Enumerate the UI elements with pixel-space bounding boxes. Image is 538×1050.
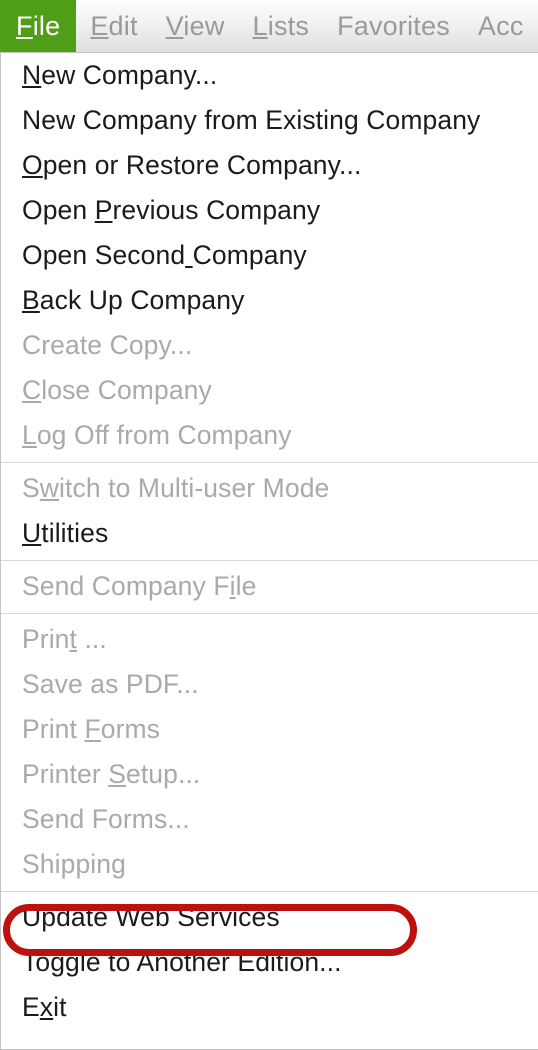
menu-separator bbox=[1, 613, 538, 614]
menu-item-toggle-to-another-edition[interactable]: Toggle to Another Edition... bbox=[1, 940, 538, 985]
menubar-item-label: File bbox=[16, 10, 61, 41]
menu-item-switch-to-multi-user-mode: Switch to Multi-user Mode bbox=[1, 466, 538, 511]
menu-item-new-company-from-existing-company[interactable]: New Company from Existing Company bbox=[1, 98, 538, 143]
menu-item-label: Close Company bbox=[22, 375, 212, 405]
menu-item-label: Update Web Services bbox=[22, 902, 280, 932]
menubar-item-file[interactable]: File bbox=[0, 0, 77, 52]
menu-item-label: New Company... bbox=[22, 60, 218, 90]
menu-item-print: Print ... bbox=[1, 617, 538, 662]
menu-item-save-as-pdf: Save as PDF... bbox=[1, 662, 538, 707]
menu-item-log-off-from-company: Log Off from Company bbox=[1, 413, 538, 458]
menubar-item-edit[interactable]: Edit bbox=[76, 0, 151, 52]
menu-separator bbox=[1, 891, 538, 892]
menu-item-create-copy: Create Copy... bbox=[1, 323, 538, 368]
menu-item-send-forms: Send Forms... bbox=[1, 797, 538, 842]
quickbooks-file-menu-screenshot: File Edit View Lists Favorites Acc New Compan… bbox=[0, 0, 538, 1050]
menu-item-label: Log Off from Company bbox=[22, 420, 292, 450]
menu-item-open-or-restore-company[interactable]: Open or Restore Company... bbox=[1, 143, 538, 188]
menu-item-send-company-file: Send Company File bbox=[1, 564, 538, 609]
menubar-item-label: Acc bbox=[477, 10, 524, 41]
menubar-item-label: Favorites bbox=[337, 10, 450, 41]
menu-item-label: Open Previous Company bbox=[22, 195, 321, 225]
menubar-item-acc[interactable]: Acc bbox=[464, 0, 538, 52]
menu-item-label: Printer Setup... bbox=[22, 759, 201, 789]
menu-item-utilities[interactable]: Utilities bbox=[1, 511, 538, 556]
menu-item-label: Send Company File bbox=[22, 571, 257, 601]
menu-item-update-web-services[interactable]: Update Web Services bbox=[1, 895, 538, 940]
menubar-item-favorites[interactable]: Favorites bbox=[323, 0, 464, 52]
menu-item-label: Create Copy... bbox=[22, 330, 193, 360]
menubar-item-lists[interactable]: Lists bbox=[239, 0, 324, 52]
menu-item-label: Save as PDF... bbox=[22, 669, 199, 699]
menu-item-label: New Company from Existing Company bbox=[22, 105, 481, 135]
menu-item-open-previous-company[interactable]: Open Previous Company bbox=[1, 188, 538, 233]
menu-item-shipping: Shipping bbox=[1, 842, 538, 887]
menu-item-label: Utilities bbox=[22, 518, 109, 548]
menu-item-label: Back Up Company bbox=[22, 285, 245, 315]
menu-item-label: Print ... bbox=[22, 624, 107, 654]
menu-item-label: Open Second Company bbox=[22, 240, 307, 270]
menubar-item-label: Lists bbox=[252, 10, 310, 41]
menu-separator bbox=[1, 560, 538, 561]
menu-item-label: Shipping bbox=[22, 849, 126, 879]
file-dropdown-menu: New Company... New Company from Existing … bbox=[0, 53, 538, 1050]
menu-item-printer-setup: Printer Setup... bbox=[1, 752, 538, 797]
menu-item-label: Toggle to Another Edition... bbox=[22, 947, 342, 977]
menu-item-open-second-company[interactable]: Open Second Company bbox=[1, 233, 538, 278]
menubar-item-label: Edit bbox=[90, 10, 138, 41]
menu-item-exit[interactable]: Exit bbox=[1, 985, 538, 1030]
menu-item-label: Print Forms bbox=[22, 714, 161, 744]
menu-item-label: Open or Restore Company... bbox=[22, 150, 362, 180]
menubar-item-view[interactable]: View bbox=[152, 0, 239, 52]
menu-item-label: Switch to Multi-user Mode bbox=[22, 473, 330, 503]
menu-bar: File Edit View Lists Favorites Acc bbox=[0, 0, 538, 53]
menu-item-print-forms: Print Forms bbox=[1, 707, 538, 752]
menubar-item-label: View bbox=[165, 10, 225, 41]
menu-item-label: Exit bbox=[22, 992, 67, 1022]
menu-item-new-company[interactable]: New Company... bbox=[1, 53, 538, 98]
menu-item-label: Send Forms... bbox=[22, 804, 190, 834]
menu-separator bbox=[1, 462, 538, 463]
menu-item-close-company: Close Company bbox=[1, 368, 538, 413]
menu-item-back-up-company[interactable]: Back Up Company bbox=[1, 278, 538, 323]
